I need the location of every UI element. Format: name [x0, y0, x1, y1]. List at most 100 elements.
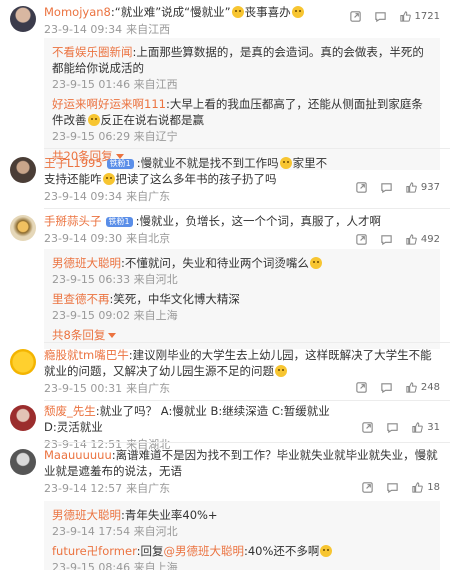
like-count: 937	[420, 182, 440, 193]
location: 来自辽宁	[133, 130, 178, 143]
comment-icon	[381, 235, 392, 246]
comment-username[interactable]: Momojyan8	[44, 5, 111, 19]
timestamp: 23-9-14 09:30	[44, 232, 123, 245]
share-icon	[349, 11, 361, 22]
location: 来自广东	[126, 382, 171, 395]
replies-box: 男德班大聪明:不懂就问，失业和待业两个词烫嘴么 23-9-15 06:33 来自…	[44, 249, 440, 349]
emoji-icon	[275, 365, 287, 377]
location: 来自上海	[133, 561, 178, 570]
comment-item: Momojyan8:“就业难”说成“慢就业” 丧事喜办 23-9-14 09:34…	[0, 0, 450, 170]
emoji-icon	[87, 114, 100, 126]
share-button[interactable]	[355, 381, 368, 394]
comment-icon	[387, 423, 398, 434]
reply-mention[interactable]: @男德班大聪明	[163, 544, 244, 558]
comment-actions: 18	[349, 481, 440, 494]
share-button[interactable]	[361, 481, 374, 494]
timestamp: 23-9-14 09:34	[44, 23, 123, 36]
comment-button[interactable]	[386, 481, 399, 494]
fan-badge: 铁粉1	[106, 159, 134, 169]
reply-username[interactable]: 男德班大聪明	[52, 508, 121, 522]
comment-button[interactable]	[374, 10, 387, 23]
comment-item: 颓废_先生:就业了吗？ A:慢就业 B:继续深造 C:暂缓就业 D:灵活就业 2…	[0, 403, 450, 451]
share-button[interactable]	[361, 421, 374, 434]
thumbs-up-icon	[406, 182, 417, 193]
emoji-icon	[231, 6, 244, 18]
reply-meta: 23-9-14 17:54 来自河北	[52, 525, 432, 539]
reply-meta: 23-9-15 06:29 来自辽宁	[52, 130, 432, 144]
thumbs-up-icon	[412, 422, 424, 433]
comment-item: Maauuuuuu:离谱难道不是因为找不到工作？毕业就失业就毕业就失业，慢就业就…	[0, 445, 450, 570]
share-icon	[362, 422, 373, 433]
comment-text: :慢就业，负增长，这一个个词，真服了，人才啊	[135, 214, 381, 228]
like-button[interactable]: 31	[411, 421, 440, 434]
comment-text-line: Maauuuuuu:离谱难道不是因为找不到工作？毕业就失业就毕业就失业，慢就业就…	[44, 447, 438, 479]
location: 来自上海	[133, 309, 178, 322]
timestamp: 23-9-14 12:57	[44, 482, 123, 495]
timestamp: 23-9-15 08:46	[52, 561, 131, 570]
location: 来自江西	[133, 78, 178, 91]
reply-item: 男德班大聪明:不懂就问，失业和待业两个词烫嘴么 23-9-15 06:33 来自…	[52, 255, 432, 287]
comment-item: 王子L1995 铁粉1:慢就业不就是找不到工作吗 家里不支持还能咋 把读了这么多年书的…	[0, 151, 450, 207]
comment-button[interactable]	[380, 381, 393, 394]
comment-icon	[387, 483, 398, 494]
like-count: 1721	[414, 11, 440, 22]
divider	[44, 208, 450, 209]
avatar[interactable]	[10, 6, 36, 32]
reply-username[interactable]: 好运来啊好运来啊111	[52, 97, 166, 111]
replies-box: 男德班大聪明:青年失业率40%+ 23-9-14 17:54 来自河北 futu…	[44, 501, 440, 570]
reply-username[interactable]: 男德班大聪明	[52, 256, 121, 270]
reply-meta: 23-9-15 01:46 来自江西	[52, 78, 432, 92]
avatar[interactable]	[10, 449, 36, 475]
share-button[interactable]	[355, 233, 368, 246]
comment-username[interactable]: Maauuuuuu	[44, 448, 112, 462]
comment-text-line: 颓废_先生:就业了吗？ A:慢就业 B:继续深造 C:暂缓就业 D:灵活就业	[44, 403, 338, 435]
like-button[interactable]: 1721	[399, 10, 440, 23]
comment-button[interactable]	[386, 421, 399, 434]
comment-button[interactable]	[380, 233, 393, 246]
comment-item: 手掰蒜头子 铁粉1:慢就业，负增长，这一个个词，真服了，人才啊 23-9-14 0…	[0, 211, 450, 349]
thumbs-up-icon	[399, 11, 411, 22]
more-replies-link[interactable]: 共8条回复	[52, 327, 432, 343]
divider	[44, 342, 450, 343]
comment-meta: 23-9-14 09:34 来自江西	[44, 23, 438, 37]
comment-actions: 1721	[337, 10, 440, 23]
thumbs-up-icon	[406, 234, 417, 245]
reply-username[interactable]: future卍former	[52, 544, 137, 558]
share-button[interactable]	[355, 181, 368, 194]
timestamp: 23-9-14 17:54	[52, 525, 131, 538]
reply-username[interactable]: 里查德不再	[52, 292, 110, 306]
comment-actions: 937	[343, 181, 440, 194]
comment-text: :慢就业不就是找不到工作吗	[136, 156, 279, 170]
avatar[interactable]	[10, 215, 36, 241]
reply-username[interactable]: 不看娱乐圈新闻	[52, 45, 133, 59]
location: 来自广东	[126, 190, 171, 203]
comment-text-line: 手掰蒜头子 铁粉1:慢就业，负增长，这一个个词，真服了，人才啊	[44, 213, 438, 229]
comment-username[interactable]: 王子L1995	[44, 156, 103, 170]
like-button[interactable]: 492	[405, 233, 440, 246]
comment-username[interactable]: 颓废_先生	[44, 404, 96, 418]
avatar[interactable]	[10, 157, 36, 183]
reply-item: 好运来啊好运来啊111:大早上看的我血压都高了，还能从侧面扯到家庭条件改善 反正在…	[52, 96, 432, 144]
reply-item: 里查德不再:笑死，中华文化博大精深 23-9-15 09:02 来自上海	[52, 291, 432, 323]
comment-username[interactable]: 瘾股就tm嘴巴牛	[44, 348, 129, 362]
reply-item: 男德班大聪明:青年失业率40%+ 23-9-14 17:54 来自河北	[52, 507, 432, 539]
share-icon	[356, 182, 367, 193]
like-button[interactable]: 248	[405, 381, 440, 394]
comment-button[interactable]	[380, 181, 393, 194]
comment-username[interactable]: 手掰蒜头子	[44, 214, 102, 228]
avatar[interactable]	[10, 349, 36, 375]
location: 来自河北	[133, 525, 178, 538]
comment-icon	[374, 12, 386, 23]
share-button[interactable]	[349, 10, 362, 23]
reply-item: future卍former:回复@男德班大聪明:40%还不多啊 23-9-15 …	[52, 543, 432, 570]
thumbs-up-icon	[412, 482, 424, 493]
like-button[interactable]: 937	[405, 181, 440, 194]
reply-text-after: 反正在说右说都是赢	[100, 113, 205, 127]
reply-text: :回复	[136, 544, 164, 558]
timestamp: 23-9-15 06:29	[52, 130, 131, 143]
thumbs-up-icon	[406, 382, 417, 393]
like-button[interactable]: 18	[411, 481, 440, 494]
comment-text-after: 丧事喜办	[244, 5, 291, 19]
avatar[interactable]	[10, 405, 36, 431]
location: 来自北京	[126, 232, 171, 245]
